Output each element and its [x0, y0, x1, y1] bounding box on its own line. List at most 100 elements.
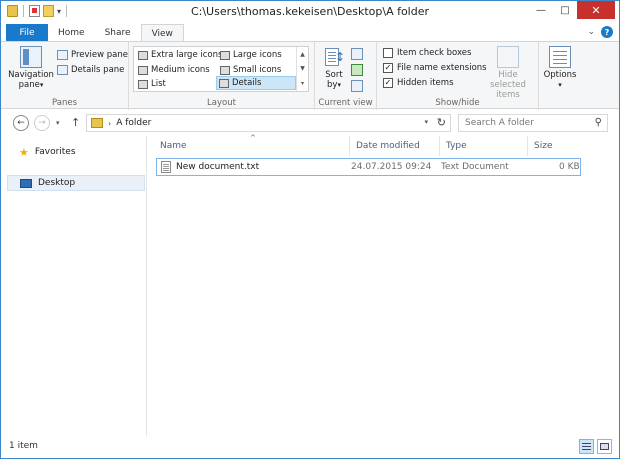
preview-pane-icon	[57, 49, 68, 60]
nav-item-favorites[interactable]: ★ Favorites	[7, 144, 145, 160]
minimize-button[interactable]: —	[529, 1, 553, 19]
layout-gallery: Extra large icons Large icons Medium ico…	[133, 46, 309, 92]
sort-by-label-2: by	[327, 80, 338, 90]
current-view-group: ↕ Sort by▾ Current view	[315, 42, 377, 110]
layout-item-label: Small icons	[233, 65, 282, 75]
window-title: C:\Users\thomas.kekeisen\Desktop\A folde…	[190, 5, 430, 18]
column-header-type[interactable]: Type	[440, 136, 528, 156]
column-header-name[interactable]: Name	[154, 136, 350, 156]
panes-group-label: Panes	[52, 98, 77, 108]
hidden-items-toggle[interactable]: ✓ Hidden items	[383, 78, 454, 88]
sort-by-button[interactable]: ↕ Sort by▾	[321, 46, 347, 90]
hidden-items-checkbox[interactable]: ✓	[383, 78, 393, 88]
chevron-down-icon: ▾	[558, 81, 562, 89]
chevron-right-icon[interactable]: ›	[108, 119, 111, 128]
item-count: 1 item	[9, 441, 38, 451]
options-button[interactable]: Options ▾	[541, 46, 579, 90]
text-file-icon	[161, 161, 171, 173]
maximize-button[interactable]: □	[553, 1, 577, 19]
hide-selected-items-button[interactable]: Hide selected items	[481, 46, 535, 100]
group-by-icon[interactable]	[351, 48, 363, 60]
layout-details[interactable]: Details	[216, 76, 296, 90]
navigation-pane-button[interactable]: Navigation pane▾	[8, 46, 54, 90]
layout-medium-icons[interactable]: Medium icons	[136, 63, 216, 77]
explorer-window: ▾ C:\Users\thomas.kekeisen\Desktop\A fol…	[0, 0, 620, 459]
recent-locations-dropdown-icon[interactable]: ▾	[56, 119, 60, 127]
list-icon	[138, 79, 148, 89]
window-controls: — □ ✕	[529, 1, 615, 19]
navigation-pane-icon	[20, 46, 42, 68]
more-icon[interactable]: ▾	[301, 80, 304, 87]
breadcrumb-current[interactable]: A folder	[116, 118, 151, 128]
file-date-modified: 24.07.2015 09:24	[351, 162, 432, 172]
nav-item-label: Desktop	[38, 178, 76, 188]
scroll-down-icon[interactable]: ▼	[300, 65, 305, 72]
status-bar: 1 item	[1, 436, 619, 458]
options-group: Options ▾	[539, 42, 579, 110]
options-label: Options	[543, 70, 577, 80]
up-button[interactable]: ↑	[71, 116, 80, 129]
layout-large-icons[interactable]: Large icons	[218, 48, 298, 62]
layout-list[interactable]: List	[136, 77, 216, 91]
details-icon	[219, 78, 229, 88]
nav-item-desktop[interactable]: Desktop	[7, 175, 145, 191]
layout-item-label: Extra large icons	[151, 50, 223, 60]
hidden-items-label: Hidden items	[397, 78, 454, 88]
item-check-boxes-checkbox[interactable]	[383, 48, 393, 58]
address-dropdown-icon[interactable]: ▾	[424, 118, 428, 126]
layout-item-label: Details	[232, 78, 262, 88]
expand-ribbon-icon[interactable]: ⌄	[587, 27, 595, 37]
details-pane-label: Details pane	[71, 64, 125, 75]
address-box[interactable]: › A folder ▾ ↻	[86, 114, 451, 132]
back-button[interactable]: ←	[13, 115, 29, 131]
file-name-extensions-label: File name extensions	[397, 63, 487, 73]
column-header-size[interactable]: Size	[528, 136, 588, 156]
file-name-extensions-checkbox[interactable]: ✓	[383, 63, 393, 73]
tab-home[interactable]: Home	[48, 24, 95, 42]
file-type: Text Document	[441, 162, 509, 172]
details-pane-icon	[57, 64, 68, 75]
large-icons-view-button[interactable]	[597, 439, 612, 454]
table-row[interactable]: New document.txt 24.07.2015 09:24 Text D…	[156, 158, 581, 176]
item-check-boxes-label: Item check boxes	[397, 48, 472, 58]
sort-by-label: Sort	[325, 70, 343, 80]
search-icon[interactable]: ⚲	[595, 117, 602, 128]
layout-extra-large-icons[interactable]: Extra large icons	[136, 48, 222, 62]
preview-pane-button[interactable]: Preview pane	[57, 48, 128, 61]
small-icons-icon	[220, 65, 230, 75]
tab-share[interactable]: Share	[95, 24, 141, 42]
layout-item-label: Medium icons	[151, 65, 210, 75]
layout-item-label: Large icons	[233, 50, 282, 60]
medium-icons-icon	[138, 65, 148, 75]
hide-selected-items-label: Hide selected	[490, 70, 526, 90]
options-icon	[549, 46, 571, 68]
scroll-up-icon[interactable]: ▲	[300, 51, 305, 58]
size-columns-icon[interactable]	[351, 80, 363, 92]
navigation-pane-label-2: pane	[18, 80, 40, 90]
preview-pane-label: Preview pane	[71, 49, 129, 60]
refresh-icon[interactable]: ↻	[437, 116, 446, 129]
item-check-boxes-toggle[interactable]: Item check boxes	[383, 48, 471, 58]
help-icon[interactable]: ?	[601, 26, 613, 38]
forward-button[interactable]: →	[34, 115, 50, 131]
close-button[interactable]: ✕	[577, 1, 615, 19]
tab-right-controls: ⌄ ?	[587, 26, 613, 38]
current-view-group-label: Current view	[318, 98, 373, 108]
add-columns-icon[interactable]	[351, 64, 363, 76]
sort-icon: ↕	[323, 46, 345, 68]
ribbon-tabs: File Home Share View ⌄ ?	[1, 24, 619, 42]
large-icons-view-icon	[600, 443, 609, 450]
file-name-extensions-toggle[interactable]: ✓ File name extensions	[383, 63, 487, 73]
details-pane-button[interactable]: Details pane	[57, 63, 124, 76]
tab-file[interactable]: File	[6, 24, 48, 42]
search-input[interactable]: Search A folder ⚲	[458, 114, 608, 132]
navigation-pane: ★ Favorites Desktop	[1, 136, 147, 436]
file-name: New document.txt	[176, 162, 260, 172]
column-header-date-modified[interactable]: Date modified	[350, 136, 440, 156]
layout-small-icons[interactable]: Small icons	[218, 63, 298, 77]
nav-item-label: Favorites	[34, 147, 76, 157]
file-list: ^ Name Date modified Type Size New docum…	[148, 134, 619, 436]
tab-view[interactable]: View	[140, 24, 184, 42]
layout-gallery-scroll[interactable]: ▲ ▼ ▾	[296, 47, 308, 91]
details-view-button[interactable]	[579, 439, 594, 454]
